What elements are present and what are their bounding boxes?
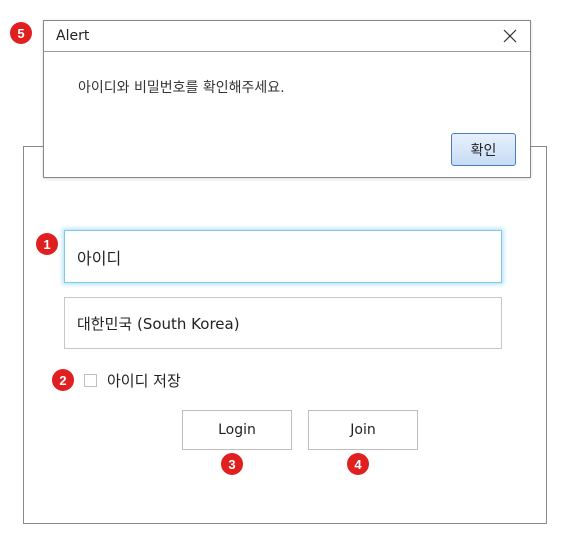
remember-id-option[interactable]: 아이디 저장 [84,370,181,391]
country-select[interactable]: 대한민국 (South Korea) [64,297,502,349]
annotation-badge-3: 3 [221,453,243,475]
ok-button[interactable]: 확인 [451,133,516,166]
alert-title: Alert [56,28,90,44]
annotation-badge-5: 5 [10,22,32,44]
ok-button-label: 확인 [470,142,497,159]
alert-message: 아이디와 비밀번호를 확인해주세요. [78,80,285,96]
annotation-badge-2: 2 [52,369,74,391]
login-button-label: Login [218,422,256,438]
id-input-value: 아이디 [77,248,122,268]
close-icon[interactable] [500,26,520,46]
remember-id-checkbox[interactable] [84,374,97,387]
annotation-badge-1: 1 [36,233,58,255]
country-select-value: 대한민국 (South Korea) [77,314,240,333]
annotation-badge-4: 4 [347,453,369,475]
remember-id-label: 아이디 저장 [107,372,181,390]
login-button[interactable]: Login [182,410,292,450]
alert-titlebar: Alert [44,21,530,52]
join-button-label: Join [350,422,376,438]
join-button[interactable]: Join [308,410,418,450]
alert-dialog: Alert 아이디와 비밀번호를 확인해주세요. 확인 [43,20,531,178]
id-input[interactable]: 아이디 [64,230,502,283]
